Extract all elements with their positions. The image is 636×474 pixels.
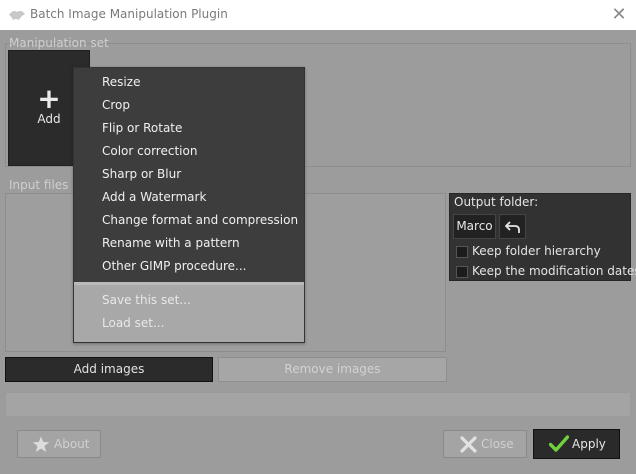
output-folder-panel: Output folder: Marco Keep folder hierarc… [449,193,636,281]
star-icon [32,436,50,452]
menu-item-crop[interactable]: Crop [74,94,304,117]
close-button[interactable]: Close [443,430,527,458]
output-folder-button[interactable]: Marco [453,214,496,239]
menu-item-watermark[interactable]: Add a Watermark [74,186,304,209]
input-files-label: Input files a [9,178,80,192]
keep-dates-label: Keep the modification dates [472,264,636,278]
about-label: About [54,437,90,451]
menu-set-section: Save this set... Load set... [74,285,304,342]
menu-item-resize[interactable]: Resize [74,71,304,94]
menu-item-rename[interactable]: Rename with a pattern [74,232,304,255]
menu-item-load-set[interactable]: Load set... [74,312,304,335]
window-title: Batch Image Manipulation Plugin [30,7,228,21]
undo-arrow-icon [505,221,520,233]
progress-bar [5,392,631,417]
output-folder-label: Output folder: [454,195,539,209]
menu-item-color-correction[interactable]: Color correction [74,140,304,163]
app-icon [9,10,25,20]
menu-item-change-format[interactable]: Change format and compression [74,209,304,232]
manipulation-set-label: Manipulation set [9,36,109,50]
menu-item-flip-rotate[interactable]: Flip or Rotate [74,117,304,140]
about-button[interactable]: About [17,430,101,458]
menu-item-save-set[interactable]: Save this set... [74,289,304,312]
apply-button[interactable]: Apply [533,429,620,459]
keep-hierarchy-label: Keep folder hierarchy [472,244,601,258]
remove-images-button[interactable]: Remove images [218,357,447,382]
checkmark-icon [549,435,569,452]
window-close-icon[interactable]: ✕ [608,4,630,26]
add-manipulation-menu: Resize Crop Flip or Rotate Color correct… [73,67,305,343]
close-x-icon [460,436,477,453]
keep-hierarchy-checkbox[interactable] [456,246,468,258]
title-bar: Batch Image Manipulation Plugin ✕ [0,0,636,30]
close-label: Close [481,437,514,451]
menu-item-sharp-blur[interactable]: Sharp or Blur [74,163,304,186]
reset-folder-button[interactable] [499,214,526,239]
keep-dates-checkbox[interactable] [456,266,468,278]
add-images-button[interactable]: Add images [5,357,213,382]
apply-label: Apply [572,437,606,451]
menu-item-other-gimp[interactable]: Other GIMP procedure... [74,255,304,278]
